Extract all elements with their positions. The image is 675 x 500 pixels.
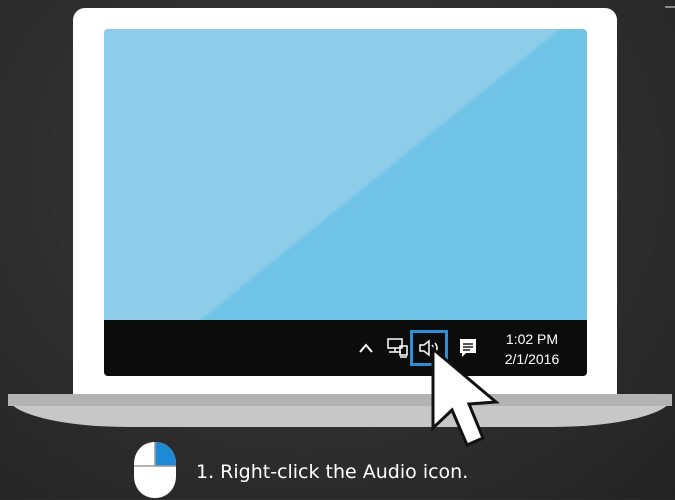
chevron-up-icon[interactable] — [354, 334, 378, 362]
instruction-text: 1. Right-click the Audio icon. — [196, 461, 469, 483]
corner-divider — [665, 6, 675, 8]
mouse-right-click-icon — [134, 442, 176, 498]
taskbar: 1:02 PM 2/1/2016 — [104, 320, 587, 376]
desktop-screen: 1:02 PM 2/1/2016 — [104, 29, 587, 376]
mouse-pointer-icon — [431, 345, 500, 447]
network-icon[interactable] — [385, 334, 409, 362]
laptop-base — [8, 394, 672, 427]
